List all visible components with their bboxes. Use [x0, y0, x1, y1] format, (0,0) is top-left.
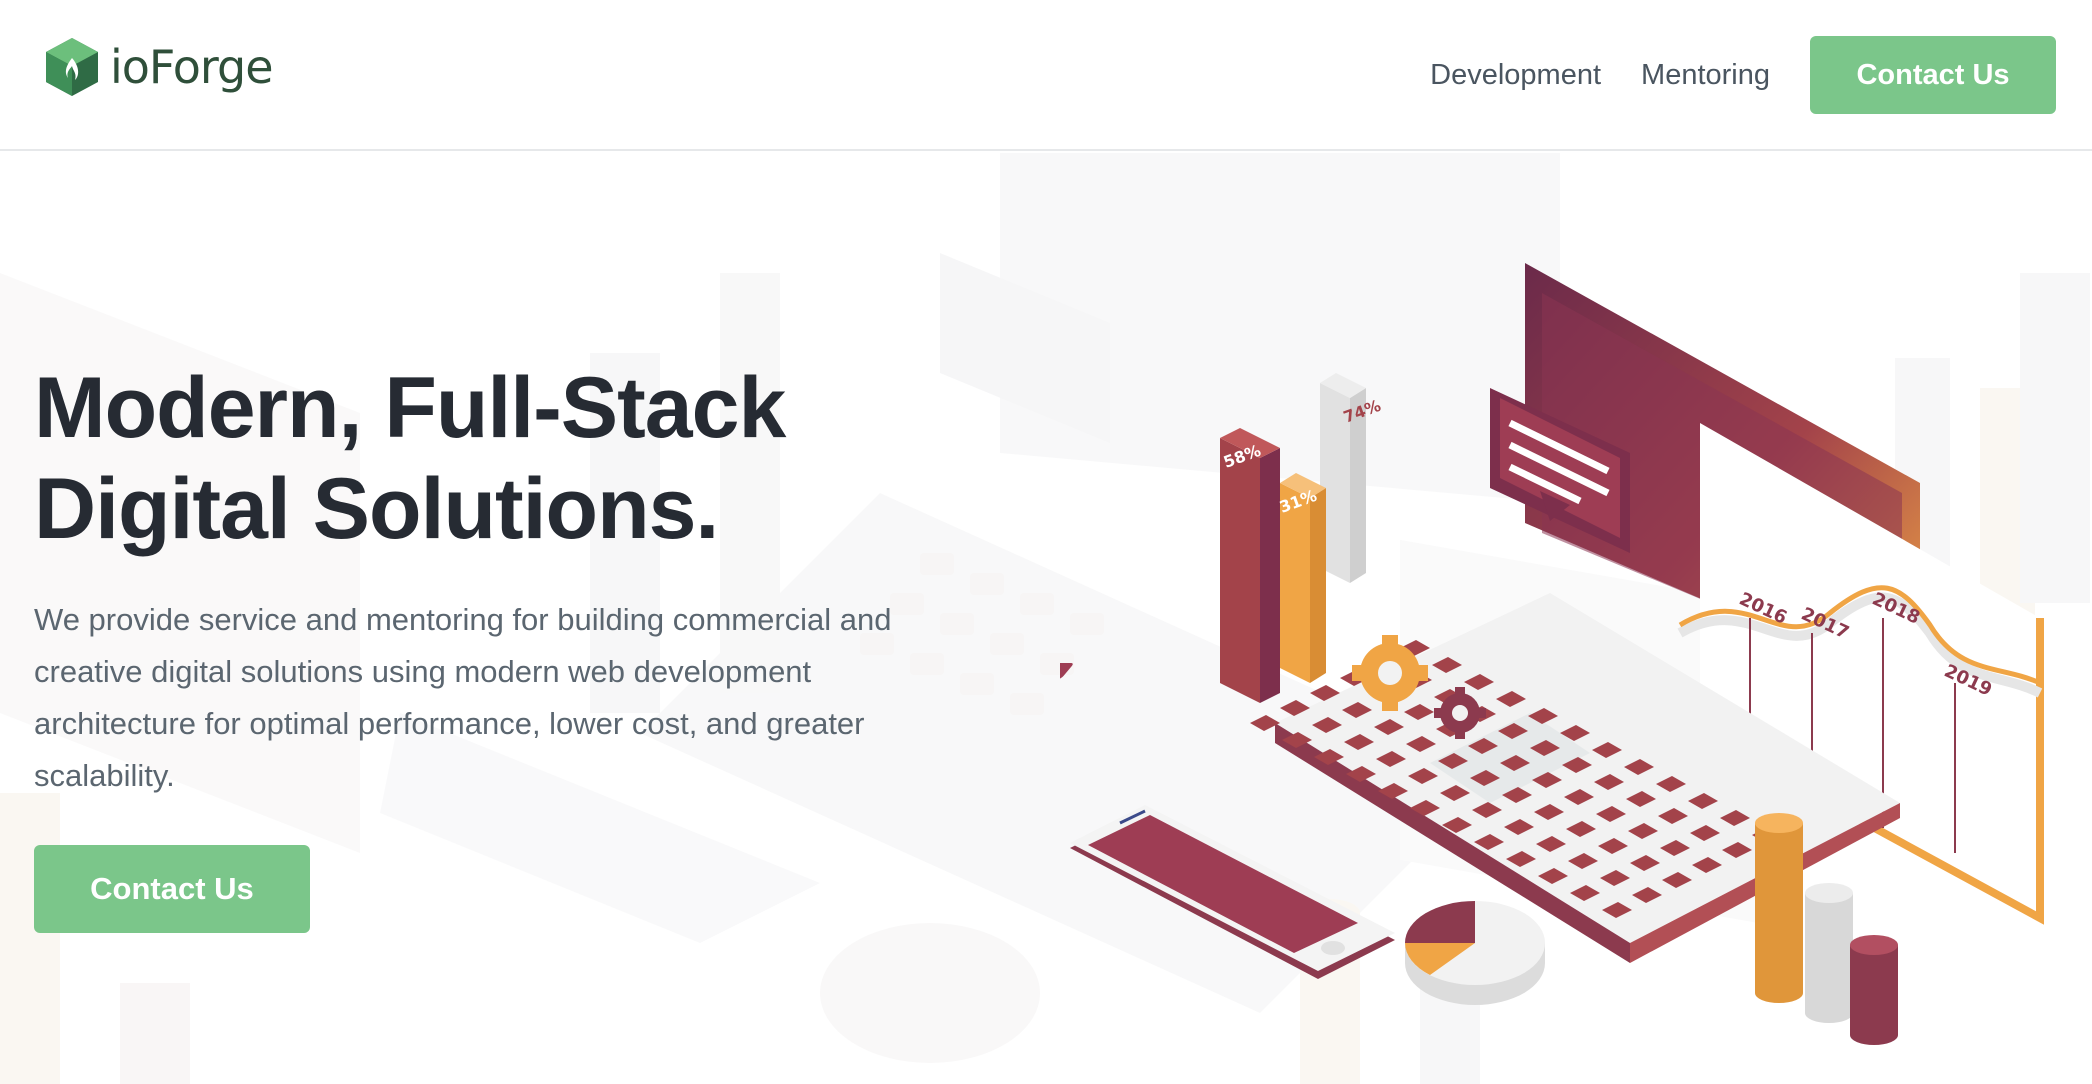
hero-title-line: Digital Solutions. [34, 461, 719, 557]
logo-hexagon-icon [46, 38, 98, 96]
hero-contact-button[interactable]: Contact Us [34, 845, 310, 933]
logo-text: ioForge [110, 40, 273, 94]
hero-title-line: Modern, Full-Stack [34, 360, 786, 456]
nav-link-mentoring[interactable]: Mentoring [1641, 59, 1770, 92]
hero-illustration: 2016 2017 2018 2019 58% 31% 74% [1060, 263, 2044, 1045]
header-contact-button[interactable]: Contact Us [1810, 36, 2056, 114]
hero-section: 2016 2017 2018 2019 58% 31% 74% Modern, … [0, 153, 2092, 1084]
nav-link-development[interactable]: Development [1430, 59, 1601, 92]
site-header: ioForge Development Mentoring Contact Us [0, 0, 2092, 151]
logo[interactable]: ioForge [44, 36, 273, 98]
main-nav: Development Mentoring Contact Us [1430, 36, 2092, 114]
bar-chart: 58% 31% 74% [1220, 373, 1383, 703]
hero-description: We provide service and mentoring for bui… [34, 602, 892, 793]
pie-chart-icon [1405, 901, 1545, 1005]
hero-title: Modern, Full-Stack Digital Solutions. [34, 358, 934, 560]
phone-illustration [1070, 805, 1395, 979]
